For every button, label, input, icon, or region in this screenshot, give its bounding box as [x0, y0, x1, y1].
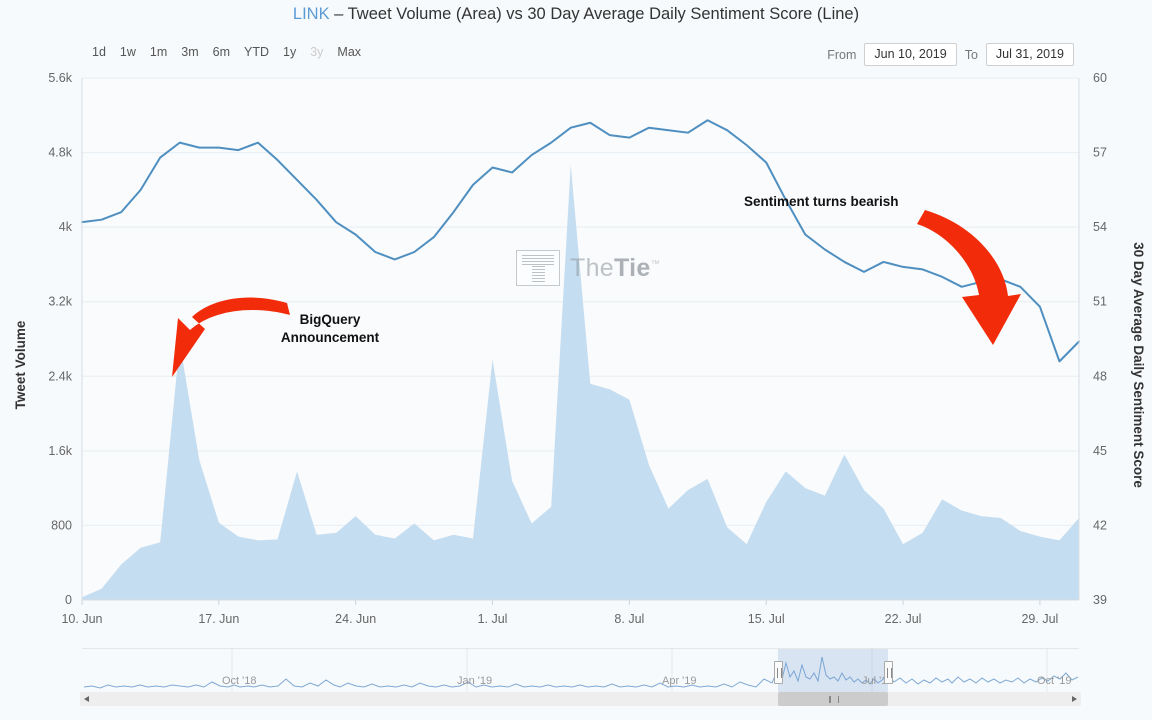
- navigator-scrollbar[interactable]: [82, 692, 1079, 706]
- thetie-logo-icon: [516, 250, 560, 286]
- range-button-3y: 3y: [310, 45, 324, 59]
- y-axis-left-tick-label: 3.2k: [48, 295, 72, 309]
- range-button-1w[interactable]: 1w: [120, 43, 136, 61]
- x-axis-ticks: 10. Jun 17. Jun 24. Jun 1. Jul 8. Jul 15. Jul…: [61, 600, 1058, 626]
- y-axis-left-tick-label: 800: [51, 518, 72, 532]
- y-axis-left-ticks: 0 800 1.6k 2.4k 3.2k 4k 4.8k 5.6k: [48, 71, 72, 607]
- from-date-input[interactable]: Jun 10, 2019: [864, 43, 957, 66]
- annotation-bigquery-announcement: BigQuery Announcement: [172, 297, 380, 377]
- navigator-scroll-thumb[interactable]: [778, 692, 888, 706]
- navigator-label-4: Oct '19: [1037, 675, 1072, 687]
- navigator-label-0: Oct '18: [222, 675, 257, 687]
- x-axis-tick-label: 29. Jul: [1021, 612, 1058, 626]
- y-axis-left-title: Tweet Volume: [13, 320, 28, 409]
- range-selector: 1d 1w 1m 3m 6m YTD 1y 3y Max: [92, 43, 361, 61]
- y-axis-left-tick-label: 1.6k: [48, 444, 72, 458]
- thetie-wordmark: TheTie™: [570, 254, 660, 283]
- y-axis-right-tick-label: 42: [1093, 518, 1107, 532]
- chart-plot-area: 0 800 1.6k 2.4k 3.2k 4k 4.8k 5.6k 39 42 45 48 51 54 5…: [0, 0, 1152, 720]
- ticker-link[interactable]: LINK: [293, 5, 330, 23]
- sentiment-annotation-line1: Sentiment turns bearish: [744, 194, 899, 209]
- from-label: From: [827, 47, 857, 62]
- range-button-6m[interactable]: 6m: [213, 43, 230, 61]
- date-range-inputs: From Jun 10, 2019 To Jul 31, 2019: [827, 43, 1074, 66]
- annotation-sentiment-bearish: Sentiment turns bearish: [744, 194, 1021, 345]
- y-axis-right-tick-label: 48: [1093, 369, 1107, 383]
- range-button-1d[interactable]: 1d: [92, 43, 106, 61]
- bigquery-arrow-icon: [172, 297, 290, 377]
- sentiment-bearish-arrow-icon: [917, 210, 1021, 345]
- y-axis-left-tick-label: 0: [65, 593, 72, 607]
- y-axis-right-tick-label: 45: [1093, 444, 1107, 458]
- y-axis-left-tick-label: 2.4k: [48, 369, 72, 383]
- to-label: To: [964, 47, 978, 62]
- bigquery-annotation-line2: Announcement: [281, 330, 380, 345]
- x-axis-tick-label: 17. Jun: [198, 612, 239, 626]
- x-axis-tick-label: 10. Jun: [61, 612, 102, 626]
- page-title-rest: – Tweet Volume (Area) vs 30 Day Average …: [329, 5, 860, 23]
- sentiment-score-line: [81, 119, 1080, 363]
- x-axis-tick-label: 1. Jul: [478, 612, 508, 626]
- range-button-3m[interactable]: 3m: [181, 43, 198, 61]
- range-button-max[interactable]: Max: [337, 43, 361, 61]
- y-axis-left-tick-label: 4.8k: [48, 146, 72, 160]
- arrow-left-icon[interactable]: [80, 692, 94, 706]
- range-button-1y[interactable]: 1y: [283, 43, 296, 61]
- y-axis-right-title: 30 Day Average Daily Sentiment Score: [1131, 242, 1146, 488]
- x-axis-tick-label: 8. Jul: [614, 612, 644, 626]
- x-axis-tick-label: 22. Jul: [885, 612, 922, 626]
- range-button-1m[interactable]: 1m: [150, 43, 167, 61]
- arrow-right-icon[interactable]: [1067, 692, 1081, 706]
- plot-background: [82, 78, 1079, 600]
- y-axis-right-tick-label: 60: [1093, 71, 1107, 85]
- y-axis-right-tick-label: 39: [1093, 593, 1107, 607]
- y-axis-right-ticks: 39 42 45 48 51 54 57 60: [1093, 71, 1107, 607]
- y-axis-right-tick-label: 51: [1093, 295, 1107, 309]
- thetie-watermark: TheTie™: [516, 250, 660, 286]
- navigator-label-1: Jan '19: [457, 675, 493, 687]
- x-axis-tick-label: 15. Jul: [748, 612, 785, 626]
- navigator-handle-right[interactable]: [884, 661, 893, 684]
- chart-navigator[interactable]: Oct '18 Jan '19 Apr '19 Jul '19 Oct '19: [80, 648, 1081, 706]
- page-title: LINK – Tweet Volume (Area) vs 30 Day Ave…: [0, 5, 1152, 24]
- navigator-handle-left[interactable]: [774, 661, 783, 684]
- y-axis-right-tick-label: 54: [1093, 220, 1107, 234]
- thetie-word-tie: Tie: [613, 253, 651, 282]
- range-button-ytd[interactable]: YTD: [244, 43, 269, 61]
- thetie-word-the: The: [570, 253, 614, 282]
- y-axis-left-tick-label: 5.6k: [48, 71, 72, 85]
- y-axis-left-tick-label: 4k: [59, 220, 73, 234]
- x-axis-tick-label: 24. Jun: [335, 612, 376, 626]
- navigator-label-2: Apr '19: [662, 675, 697, 687]
- bigquery-annotation-line1: BigQuery: [300, 312, 361, 327]
- thetie-trademark: ™: [650, 258, 660, 269]
- to-date-input[interactable]: Jul 31, 2019: [985, 43, 1074, 66]
- tweet-volume-area: [82, 164, 1079, 600]
- gridlines: [82, 77, 1079, 601]
- y-axis-right-tick-label: 57: [1093, 146, 1107, 160]
